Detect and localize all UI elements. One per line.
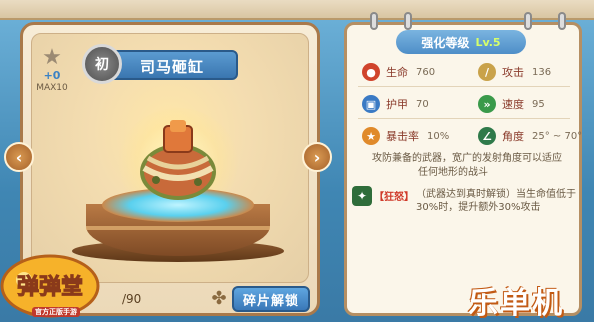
enhance-level-title: 强化等级 [421, 35, 470, 50]
star-bonus: +0 [43, 69, 61, 82]
game-logo-subtitle: 官方正版手游 [32, 307, 80, 317]
weapon-description-line-1: 攻防兼备的武器，宽广的发射角度可以适应 [372, 153, 562, 164]
divider [358, 86, 570, 87]
stat-value: 760 [416, 66, 436, 78]
game-logo-text: 弹弹堂 [17, 275, 83, 300]
shard-unlock-button[interactable]: 碎片解锁 [232, 286, 310, 312]
star-max: MAX10 [36, 83, 68, 93]
skill-name: 【狂怒】 [374, 192, 414, 203]
stat-angle: ∠ 角度 25° ~ 70° [478, 126, 582, 146]
enhance-level-banner: 强化等级 Lv.5 [396, 30, 526, 54]
divider [358, 118, 570, 119]
weapon-description-line-2: 任何地形的战斗 [418, 167, 488, 178]
stat-label: 生命 [386, 66, 408, 79]
shard-progress: /90 [122, 292, 142, 306]
rank-badge: 初 [82, 44, 122, 84]
stat-crit: ★ 暴击率 10% [362, 126, 449, 146]
stat-value: 136 [532, 66, 552, 78]
angle-icon: ∠ [478, 127, 496, 145]
skill-icon: ✦ [352, 186, 372, 206]
stat-attack: / 攻击 136 [478, 62, 551, 82]
stat-label: 护甲 [386, 98, 408, 111]
notebook-rings [364, 12, 566, 32]
stat-value: 10% [427, 130, 450, 142]
site-logo-text: 乐单机 [468, 286, 564, 321]
stat-speed: » 速度 95 [478, 94, 545, 114]
enhance-level-value: Lv.5 [475, 35, 501, 49]
stat-value: 70 [416, 98, 429, 110]
skill-description-line-2: 30%时，提升额外30%攻击 [416, 202, 541, 213]
site-logo: 乐单机 [468, 276, 594, 322]
gear-icon: ✤ [211, 288, 227, 309]
stat-armor: ▣ 护甲 70 [362, 94, 429, 114]
stat-hp: ● 生命 760 [362, 62, 435, 82]
weapon-name: 司马砸缸 [140, 58, 205, 76]
blood-drop-icon: ● [362, 63, 380, 81]
weapon-jar-icon [140, 120, 216, 200]
star-level: ★ +0 MAX10 [34, 46, 70, 100]
stat-label: 角度 [502, 130, 524, 143]
stat-value: 25° ~ 70° [532, 130, 583, 142]
pedestal-ring [86, 226, 270, 230]
star-icon: ★ [42, 45, 62, 70]
next-weapon-button[interactable]: › [302, 142, 332, 172]
stat-label: 速度 [502, 98, 524, 111]
speed-icon: » [478, 95, 496, 113]
stat-label: 攻击 [502, 66, 524, 79]
armor-icon: ▣ [362, 95, 380, 113]
previous-weapon-button[interactable]: ‹ [4, 142, 34, 172]
crit-star-icon: ★ [362, 127, 380, 145]
skill-description-line-1: （武器达到真时解锁）当生命值低于 [416, 189, 576, 200]
stat-label: 暴击率 [386, 130, 419, 143]
stat-value: 95 [532, 98, 545, 110]
sword-icon: / [478, 63, 496, 81]
